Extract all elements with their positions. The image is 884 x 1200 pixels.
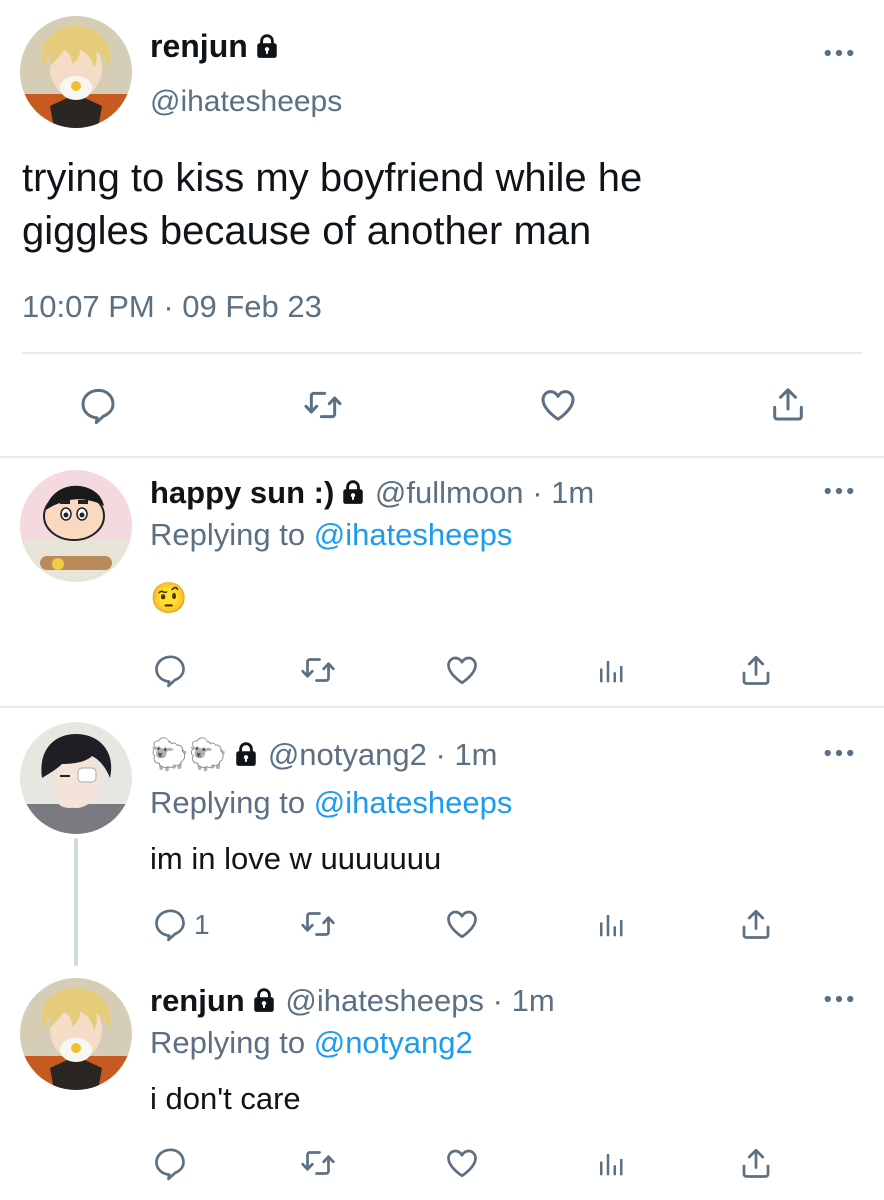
reply-count: 1	[194, 909, 210, 940]
more-options-icon[interactable]	[824, 48, 854, 58]
reply-text: 🤨	[150, 582, 188, 615]
reply-header: renjun @ihatesheeps · 1m	[150, 982, 555, 1020]
handle[interactable]: @fullmoon	[375, 475, 524, 510]
replying-to-label: Replying to	[150, 1025, 306, 1060]
reply-icon[interactable]	[152, 906, 188, 942]
more-options-icon[interactable]	[824, 748, 854, 758]
reply-header: 🐑🐑 @notyang2 · 1m	[150, 736, 498, 774]
divider	[0, 706, 884, 708]
replying-to: Replying to @ihatesheeps	[150, 784, 512, 822]
lock-icon	[251, 987, 277, 1013]
share-icon[interactable]	[738, 1145, 774, 1181]
reply-header: happy sun :) @fullmoon · 1m	[150, 474, 594, 512]
separator: ·	[532, 475, 543, 510]
separator: ·	[163, 289, 174, 324]
author-name-row: renjun	[150, 26, 280, 66]
display-name[interactable]: 🐑🐑	[150, 737, 227, 772]
retweet-icon[interactable]	[303, 385, 343, 425]
like-icon[interactable]	[444, 906, 480, 942]
reply-time[interactable]: 1m	[551, 475, 594, 510]
share-icon[interactable]	[768, 384, 808, 424]
lock-icon	[340, 479, 366, 505]
replying-to-handle[interactable]: @ihatesheeps	[314, 785, 513, 820]
reply-time[interactable]: 1m	[512, 983, 555, 1018]
replying-to: Replying to @notyang2	[150, 1024, 473, 1062]
reply-icon[interactable]	[78, 385, 118, 425]
like-icon[interactable]	[538, 385, 578, 425]
lock-icon	[254, 33, 280, 59]
stats-icon[interactable]	[596, 910, 626, 940]
lock-icon	[233, 741, 259, 767]
display-name[interactable]: happy sun :)	[150, 475, 334, 510]
anime-avatar-blond-mask-icon	[20, 16, 132, 128]
tweet-time[interactable]: 10:07 PM	[22, 289, 155, 324]
anime-avatar-blond-mask-icon	[20, 978, 132, 1090]
display-name[interactable]: renjun	[150, 28, 248, 64]
display-name[interactable]: renjun	[150, 983, 245, 1018]
reply-text: im in love w uuuuuuu	[150, 841, 442, 876]
replying-to-label: Replying to	[150, 517, 306, 552]
tweet-text-line-2: giggles because of another man	[22, 209, 592, 253]
thread-connector	[74, 838, 78, 966]
anime-avatar-dark-hair-icon	[20, 722, 132, 834]
divider	[22, 352, 862, 354]
like-icon[interactable]	[444, 1145, 480, 1181]
avatar[interactable]	[20, 978, 132, 1090]
reply-time[interactable]: 1m	[454, 737, 497, 772]
retweet-icon[interactable]	[300, 1145, 336, 1181]
tweet-date[interactable]: 09 Feb 23	[182, 289, 322, 324]
handle[interactable]: @ihatesheeps	[150, 82, 342, 122]
share-icon[interactable]	[738, 906, 774, 942]
tweet-timestamp: 10:07 PM · 09 Feb 23	[22, 287, 322, 327]
retweet-icon[interactable]	[300, 906, 336, 942]
avatar[interactable]	[20, 722, 132, 834]
reply-icon[interactable]	[152, 1145, 188, 1181]
divider	[0, 456, 884, 458]
avatar[interactable]	[20, 470, 132, 582]
stats-icon[interactable]	[596, 656, 626, 686]
reply-text: i don't care	[150, 1081, 301, 1116]
tweet-text-line-1: trying to kiss my boyfriend while he	[22, 156, 643, 200]
replying-to-handle[interactable]: @notyang2	[314, 1025, 473, 1060]
separator: ·	[492, 983, 503, 1018]
replying-to-handle[interactable]: @ihatesheeps	[314, 517, 513, 552]
reply-icon[interactable]	[152, 652, 188, 688]
separator: ·	[435, 737, 446, 772]
replying-to: Replying to @ihatesheeps	[150, 516, 512, 554]
share-icon[interactable]	[738, 652, 774, 688]
handle[interactable]: @ihatesheeps	[285, 983, 484, 1018]
replying-to-label: Replying to	[150, 785, 306, 820]
retweet-icon[interactable]	[300, 652, 336, 688]
avatar[interactable]	[20, 16, 132, 128]
like-icon[interactable]	[444, 652, 480, 688]
more-options-icon[interactable]	[824, 486, 854, 496]
stats-icon[interactable]	[596, 1149, 626, 1179]
handle[interactable]: @notyang2	[268, 737, 427, 772]
more-options-icon[interactable]	[824, 994, 854, 1004]
cartoon-avatar-shinchan-icon	[20, 470, 132, 582]
